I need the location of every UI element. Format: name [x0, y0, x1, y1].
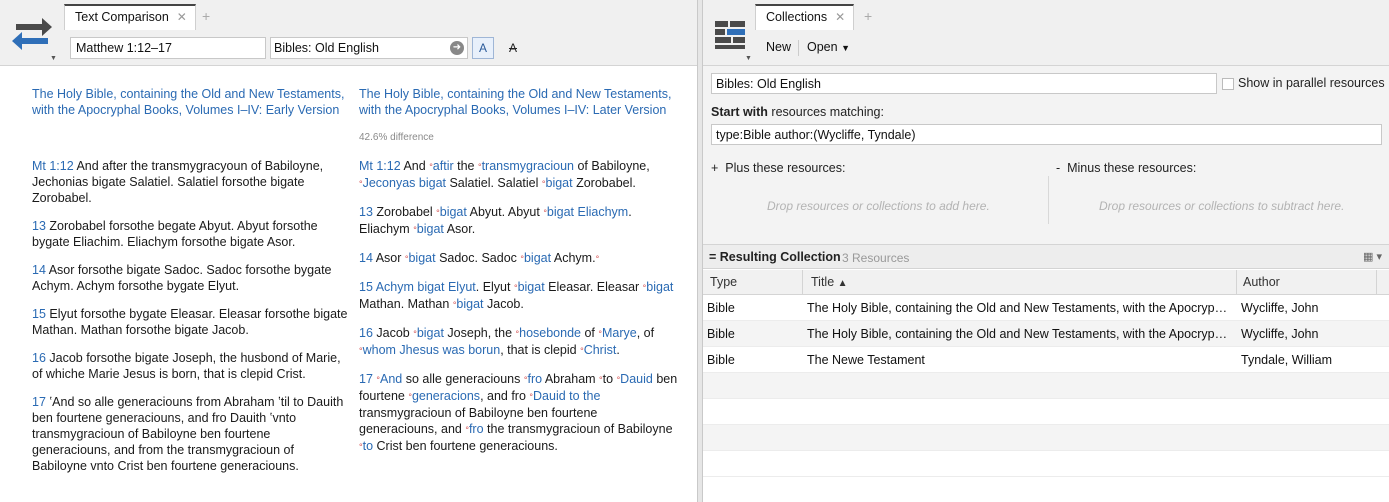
text-comparison-panel: ▼ Text Comparison ✕ + ➜ A A The Holy Bib…: [0, 0, 698, 502]
compare-arrows-icon[interactable]: [10, 12, 54, 56]
rule-query-input[interactable]: [711, 124, 1382, 145]
tab-strip: Text Comparison ✕ +: [64, 4, 697, 30]
resource-title-link[interactable]: The Holy Bible, containing the Old and N…: [32, 86, 352, 128]
resources-input[interactable]: [270, 37, 468, 59]
verse: 16 Jacob forsothe bigate Joseph, the hus…: [32, 351, 341, 381]
collection-name-input[interactable]: [711, 73, 1217, 94]
reference-input[interactable]: [70, 37, 266, 59]
go-arrow-icon[interactable]: ➜: [450, 41, 464, 55]
tab-strip: Collections ✕ +: [755, 4, 1389, 30]
verse: 15 Elyut forsothe bygate Eleasar. Eleasa…: [32, 307, 348, 337]
column-author[interactable]: Author: [1237, 270, 1377, 295]
verse: 13 Zorobabel °bigat Abyut. Abyut °bigat …: [359, 205, 632, 236]
parallel-checkbox[interactable]: [1222, 78, 1234, 90]
strike-toggle-button[interactable]: A: [502, 37, 524, 59]
open-button[interactable]: Open ▼: [807, 40, 850, 54]
tab-text-comparison[interactable]: Text Comparison ✕: [64, 4, 196, 30]
tab-collections[interactable]: Collections ✕: [755, 4, 855, 30]
verse: 14 Asor °bigat Sadoc. Sadoc °bigat Achym…: [359, 251, 600, 265]
result-count: 3 Resources: [842, 251, 910, 265]
table-row[interactable]: Bible The Newe Testament Tyndale, Willia…: [703, 347, 1389, 373]
add-tab-icon[interactable]: +: [202, 4, 210, 28]
collections-icon[interactable]: [713, 17, 747, 51]
text-comparison-toolbar: ▼ Text Comparison ✕ + ➜ A A: [0, 0, 697, 66]
table-row[interactable]: Bible The Holy Bible, containing the Old…: [703, 295, 1389, 321]
result-title: = Resulting Collection: [709, 250, 841, 264]
sort-ascending-icon: ▲: [837, 278, 848, 289]
difference-percent: 42.6% difference: [359, 132, 434, 143]
add-tab-icon[interactable]: +: [864, 4, 872, 28]
verse: 14 Asor forsothe bigate Sadoc. Sadoc for…: [32, 263, 332, 293]
column-later-version: The Holy Bible, containing the Old and N…: [359, 86, 679, 467]
drop-add-zone[interactable]: Drop resources or collections to add her…: [767, 199, 990, 213]
font-toggle-button[interactable]: A: [472, 37, 494, 59]
verse: Mt 1:12 And °aftir the °transmygracioun …: [359, 159, 650, 190]
tab-label: Collections: [766, 10, 828, 24]
minus-resources-label: - Minus these resources:: [1056, 161, 1197, 175]
collection-editor: Show in parallel resources Start with re…: [703, 66, 1389, 244]
column-early-version: The Holy Bible, containing the Old and N…: [32, 86, 352, 486]
close-icon[interactable]: ✕: [835, 6, 845, 28]
column-title[interactable]: Title ▲: [803, 270, 1237, 295]
verse: Mt 1:12 And after the transmygracyoun of…: [32, 159, 324, 205]
new-button[interactable]: New: [766, 40, 791, 54]
resulting-collection-header: = Resulting Collection 3 Resources ▦ ▾: [703, 244, 1389, 269]
drop-subtract-zone[interactable]: Drop resources or collections to subtrac…: [1099, 199, 1344, 213]
resource-title-link[interactable]: The Holy Bible, containing the Old and N…: [359, 86, 679, 128]
column-chooser-icon[interactable]: ▦ ▾: [1363, 250, 1382, 263]
result-table: Type Title ▲ Author Bible The Holy Bible…: [703, 270, 1389, 477]
verse: 17 ʽAnd so alle generaciouns from Abraha…: [32, 395, 344, 473]
close-icon[interactable]: ✕: [177, 6, 187, 28]
table-header: Type Title ▲ Author: [703, 270, 1389, 295]
chevron-down-icon: ▼: [841, 43, 850, 53]
table-row[interactable]: Bible The Holy Bible, containing the Old…: [703, 321, 1389, 347]
collections-toolbar: ▼ Collections ✕ + New Open ▼: [703, 0, 1389, 66]
verse: 16 Jacob °bigat Joseph, the °hosebonde o…: [359, 326, 655, 357]
collections-panel: ▼ Collections ✕ + New Open ▼ Show in par…: [702, 0, 1389, 502]
verse: 13 Zorobabel forsothe begate Abyut. Abyu…: [32, 219, 318, 249]
verse: 15 Achym bigat Elyut. Elyut °bigat Eleas…: [359, 280, 674, 311]
verse: 17 °And so alle generaciouns °fro Abraha…: [359, 372, 678, 453]
panel-menu-icon[interactable]: ▼: [745, 55, 752, 62]
plus-resources-label: + Plus these resources:: [711, 161, 846, 175]
parallel-label: Show in parallel resources: [1238, 76, 1385, 90]
column-type[interactable]: Type: [703, 270, 803, 295]
start-with-label: Start with resources matching:: [711, 105, 884, 119]
tab-label: Text Comparison: [75, 10, 169, 24]
panel-menu-icon[interactable]: ▼: [50, 55, 57, 62]
